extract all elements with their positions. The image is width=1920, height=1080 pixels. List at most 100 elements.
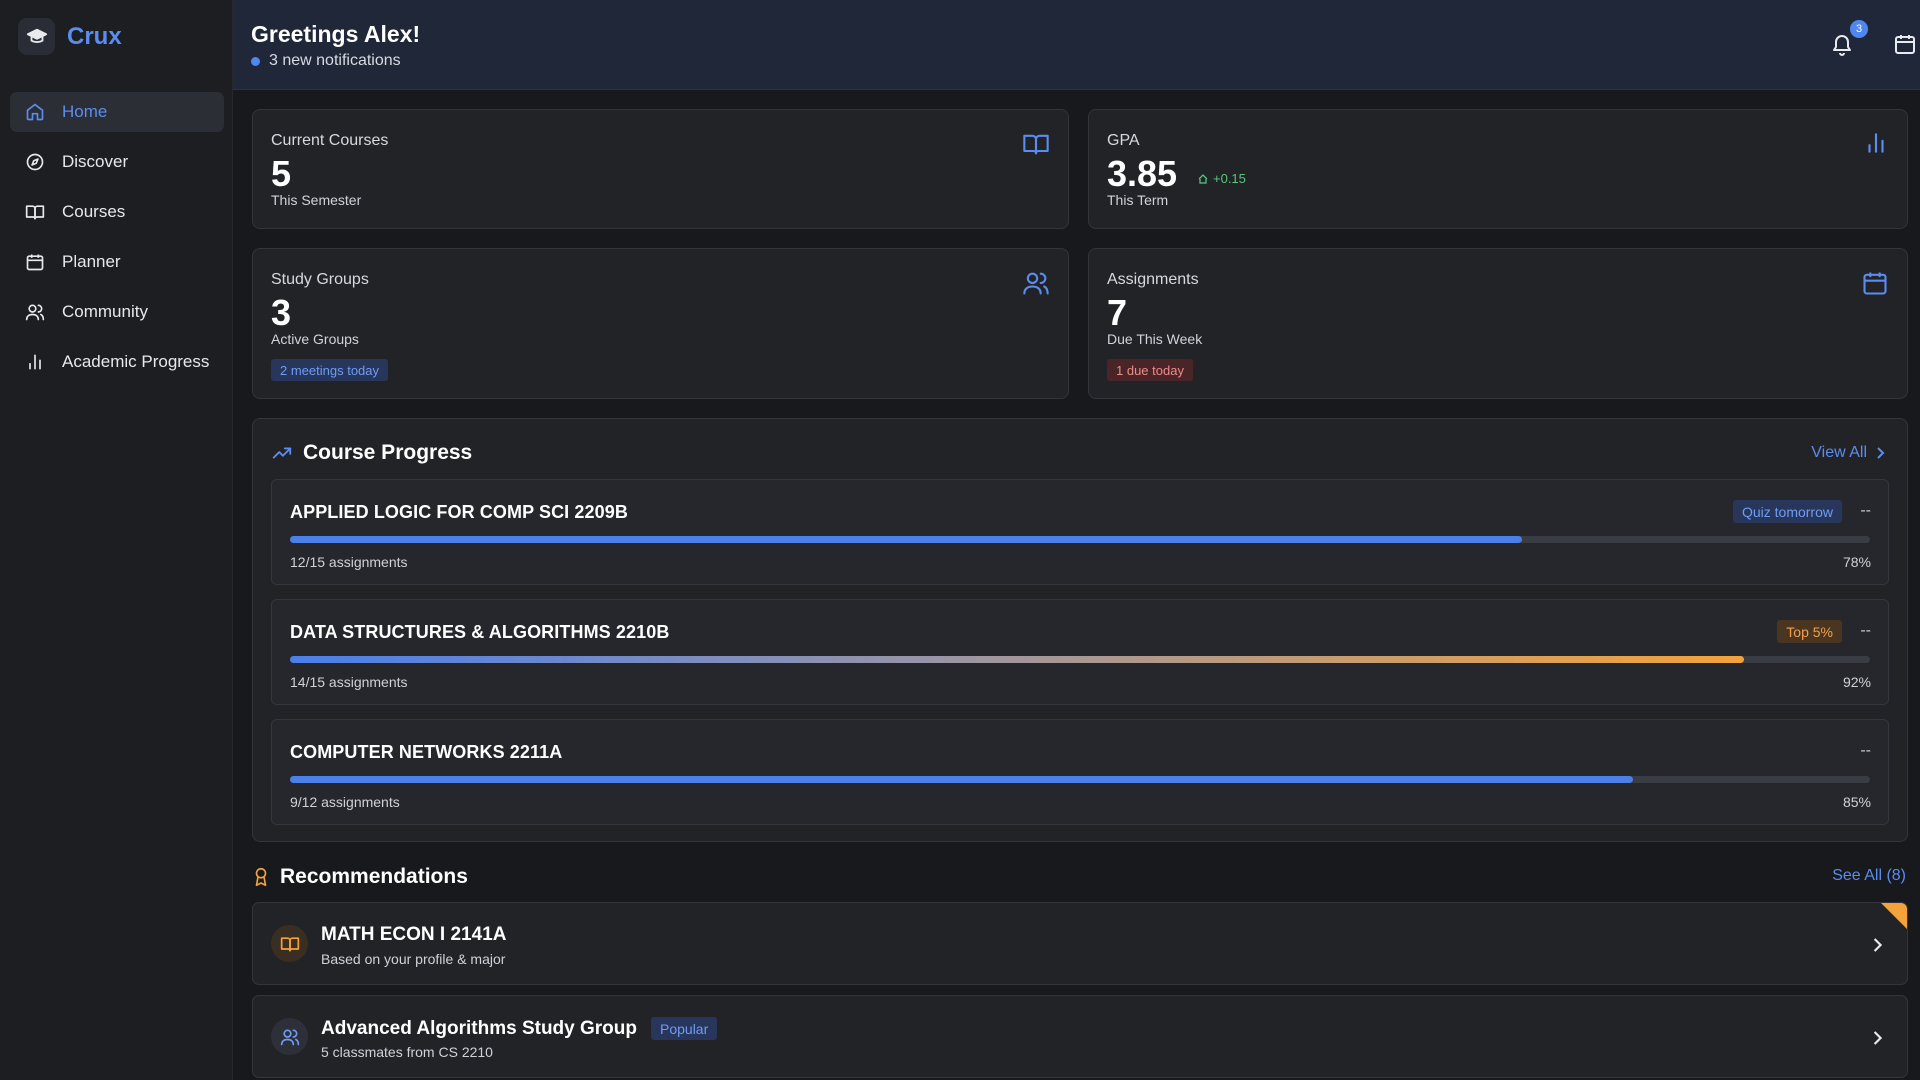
stat-value: 7	[1107, 292, 1128, 333]
stat-label: Study Groups	[271, 271, 369, 288]
see-all-link[interactable]: See All (8)	[1832, 867, 1906, 885]
progress-percent: 92%	[1842, 674, 1871, 690]
study-groups-card[interactable]: Study Groups 3 Active Groups 2 meetings …	[252, 248, 1069, 399]
course-progress-panel: Course Progress View All APPLIED LOGIC F…	[252, 418, 1908, 842]
sidebar-item-planner[interactable]: Planner	[10, 242, 224, 282]
progress-fill	[290, 776, 1633, 783]
section-title-text: Course Progress	[303, 441, 473, 464]
top-bar: Greetings Alex! 3 new notifications 3	[233, 0, 1920, 90]
notification-summary[interactable]: 3 new notifications	[251, 52, 401, 70]
course-name: DATA STRUCTURES & ALGORITHMS 2210B	[290, 622, 670, 642]
course-row[interactable]: COMPUTER NETWORKS 2211A -- 9/12 assignme…	[271, 719, 1889, 825]
assignment-count: 12/15 assignments	[290, 554, 408, 570]
chevron-right-icon	[1877, 447, 1885, 459]
trending-up-icon	[272, 447, 292, 459]
progress-percent: 85%	[1842, 794, 1871, 810]
gpa-delta: +0.15	[1197, 171, 1246, 186]
calendar-icon	[1895, 35, 1915, 54]
sidebar-item-community[interactable]: Community	[10, 292, 224, 332]
course-status-badge: Quiz tomorrow	[1732, 500, 1842, 523]
recommendation-title: Advanced Algorithms Study Group Popular	[321, 1017, 718, 1040]
current-courses-card[interactable]: Current Courses 5 This Semester	[252, 109, 1069, 229]
progress-track	[290, 656, 1870, 663]
course-row[interactable]: APPLIED LOGIC FOR COMP SCI 2209B Quiz to…	[271, 479, 1889, 585]
meetings-badge: 2 meetings today	[271, 359, 389, 381]
progress-fill	[290, 656, 1744, 663]
stat-label: Assignments	[1107, 271, 1199, 288]
stat-sub: This Semester	[271, 192, 362, 208]
recommendation-item[interactable]: Advanced Algorithms Study Group Popular …	[252, 995, 1908, 1078]
calendar-icon	[24, 251, 46, 273]
calendar-button[interactable]	[1893, 32, 1917, 56]
view-all-link[interactable]: View All	[1811, 444, 1885, 462]
course-name: COMPUTER NETWORKS 2211A	[290, 742, 563, 762]
progress-track	[290, 776, 1870, 783]
notifications-button[interactable]	[1830, 32, 1854, 56]
progress-percent: 78%	[1842, 554, 1871, 570]
compass-icon	[24, 151, 46, 173]
recommendation-subtitle: Based on your profile & major	[321, 951, 506, 967]
course-grade: --	[1860, 502, 1871, 519]
sidebar-item-label: Home	[62, 102, 108, 121]
course-name: APPLIED LOGIC FOR COMP SCI 2209B	[290, 502, 628, 522]
sidebar-item-discover[interactable]: Discover	[10, 142, 224, 182]
recommendation-title-text: Advanced Algorithms Study Group	[321, 1017, 637, 1039]
stat-value: 5	[271, 153, 292, 194]
gpa-delta-value: +0.15	[1213, 171, 1246, 186]
sidebar-item-label: Planner	[62, 252, 121, 271]
bar-chart-icon	[24, 351, 46, 373]
stat-sub: Due This Week	[1107, 331, 1203, 347]
calendar-icon	[1861, 269, 1889, 297]
bell-icon	[1833, 35, 1851, 56]
greeting-title: Greetings Alex!	[251, 21, 421, 47]
book-icon	[24, 201, 46, 223]
sidebar-nav: Home Discover Courses Planner Community	[10, 92, 224, 392]
recommendation-title: MATH ECON I 2141A	[321, 924, 506, 946]
progress-fill	[290, 536, 1523, 543]
users-icon	[1022, 269, 1050, 297]
progress-track	[290, 536, 1870, 543]
sidebar-item-label: Academic Progress	[62, 352, 210, 371]
stat-sub: Active Groups	[271, 331, 359, 347]
sidebar-item-academic-progress[interactable]: Academic Progress	[10, 342, 224, 382]
stat-value: 3	[271, 292, 292, 333]
recommendation-item[interactable]: MATH ECON I 2141A Based on your profile …	[252, 902, 1908, 985]
recommendation-subtitle: 5 classmates from CS 2210	[321, 1044, 493, 1060]
users-icon	[271, 1018, 308, 1055]
sidebar-item-label: Community	[62, 302, 148, 321]
users-icon	[24, 301, 46, 323]
course-row[interactable]: DATA STRUCTURES & ALGORITHMS 2210B Top 5…	[271, 599, 1889, 705]
brand[interactable]: Crux	[18, 18, 122, 55]
award-icon	[255, 867, 267, 887]
recommendation-title-text: MATH ECON I 2141A	[321, 924, 507, 945]
graduation-cap-icon	[18, 18, 55, 55]
stat-label: Current Courses	[271, 132, 389, 149]
assignments-card[interactable]: Assignments 7 Due This Week 1 due today	[1088, 248, 1908, 399]
course-status-badge: Top 5%	[1777, 620, 1842, 643]
view-all-label: View All	[1811, 444, 1867, 461]
stat-label: GPA	[1107, 132, 1140, 149]
sidebar-item-courses[interactable]: Courses	[10, 192, 224, 232]
home-icon	[24, 101, 46, 123]
due-today-badge: 1 due today	[1107, 359, 1193, 381]
assignment-count: 9/12 assignments	[290, 794, 400, 810]
chevron-right-icon[interactable]	[1871, 936, 1883, 954]
course-progress-title: Course Progress	[271, 441, 472, 465]
sidebar-item-label: Courses	[62, 202, 126, 221]
sidebar-item-label: Discover	[62, 152, 129, 171]
recommendations-title: Recommendations	[252, 865, 468, 889]
bar-chart-icon	[1863, 130, 1889, 156]
brand-name: Crux	[67, 22, 122, 50]
book-icon	[1022, 130, 1050, 158]
course-grade: --	[1860, 622, 1871, 639]
book-icon	[271, 925, 308, 962]
sidebar: Crux Home Discover Courses Planner Commu…	[0, 0, 233, 1080]
gpa-card[interactable]: GPA 3.85 +0.15 This Term	[1088, 109, 1908, 229]
assignment-count: 14/15 assignments	[290, 674, 408, 690]
chevron-right-icon[interactable]	[1871, 1029, 1883, 1047]
trend-up-icon	[1198, 173, 1208, 184]
sidebar-item-home[interactable]: Home	[10, 92, 224, 132]
course-grade: --	[1860, 742, 1871, 759]
featured-corner-flag	[1881, 903, 1907, 929]
stat-sub: This Term	[1107, 192, 1169, 208]
